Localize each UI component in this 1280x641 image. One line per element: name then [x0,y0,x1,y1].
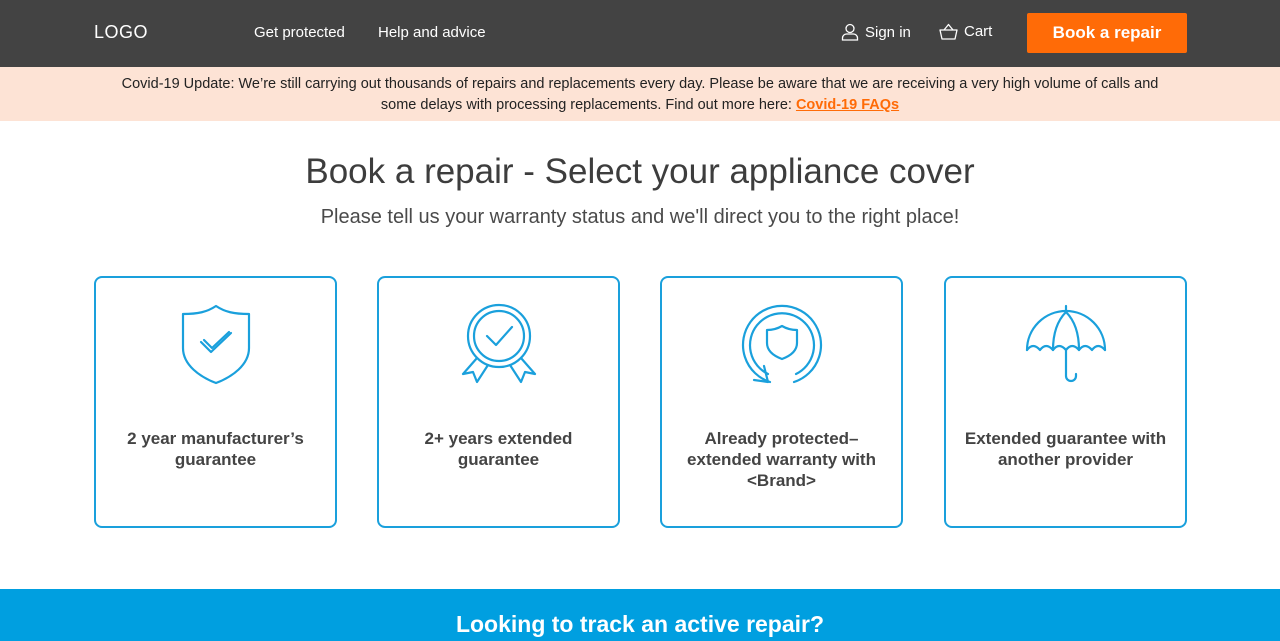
card-manufacturer-guarantee[interactable]: 2 year manufacturer’s guarantee [94,276,337,528]
page-subtitle: Please tell us your warranty status and … [320,206,960,228]
card-label: Already protected–extended warranty with… [687,429,876,490]
banner-text-line-2: some delays with processing replacements… [0,95,1280,116]
sign-in-label: Sign in [865,23,911,41]
cart-label: Cart [964,23,993,40]
card-label: Extended guarantee with another provider [964,429,1167,469]
card-label: 2 year manufacturer’s guarantee [127,429,304,469]
logo[interactable]: LOGO [94,22,148,43]
award-badge-icon [461,303,536,384]
card-already-protected[interactable]: Already protected–extended warranty with… [660,276,903,528]
track-repair-title: Looking to track an active repair? [455,611,825,637]
cart-link[interactable]: Cart [939,23,992,40]
renew-shield-icon [741,304,822,384]
user-icon [841,23,859,41]
shield-check-icon [181,304,250,385]
page-title: Book a repair - Select your appliance co… [305,152,975,191]
card-label: 2+ years extended guarantee [424,429,573,469]
track-repair-section: Looking to track an active repair? [0,589,1280,641]
covid-faqs-link[interactable]: Covid-19 FAQs [796,97,899,113]
covid-update-banner: Covid-19 Update: We’re still carrying ou… [0,67,1280,121]
banner-text-line-2-body: some delays with processing replacements… [380,97,796,113]
nav-help-and-advice[interactable]: Help and advice [378,24,486,41]
sign-in-link[interactable]: Sign in [841,23,911,41]
top-navigation-bar: LOGO Get protected Help and advice Sign … [0,0,1280,67]
banner-text-line-1: Covid-19 Update: We’re still carrying ou… [121,76,1159,92]
umbrella-icon [1025,304,1106,383]
book-a-repair-button[interactable]: Book a repair [1027,13,1187,53]
basket-icon [939,23,958,40]
card-other-provider[interactable]: Extended guarantee with another provider [944,276,1187,528]
nav-get-protected[interactable]: Get protected [254,24,345,41]
card-extended-guarantee[interactable]: 2+ years extended guarantee [377,276,620,528]
